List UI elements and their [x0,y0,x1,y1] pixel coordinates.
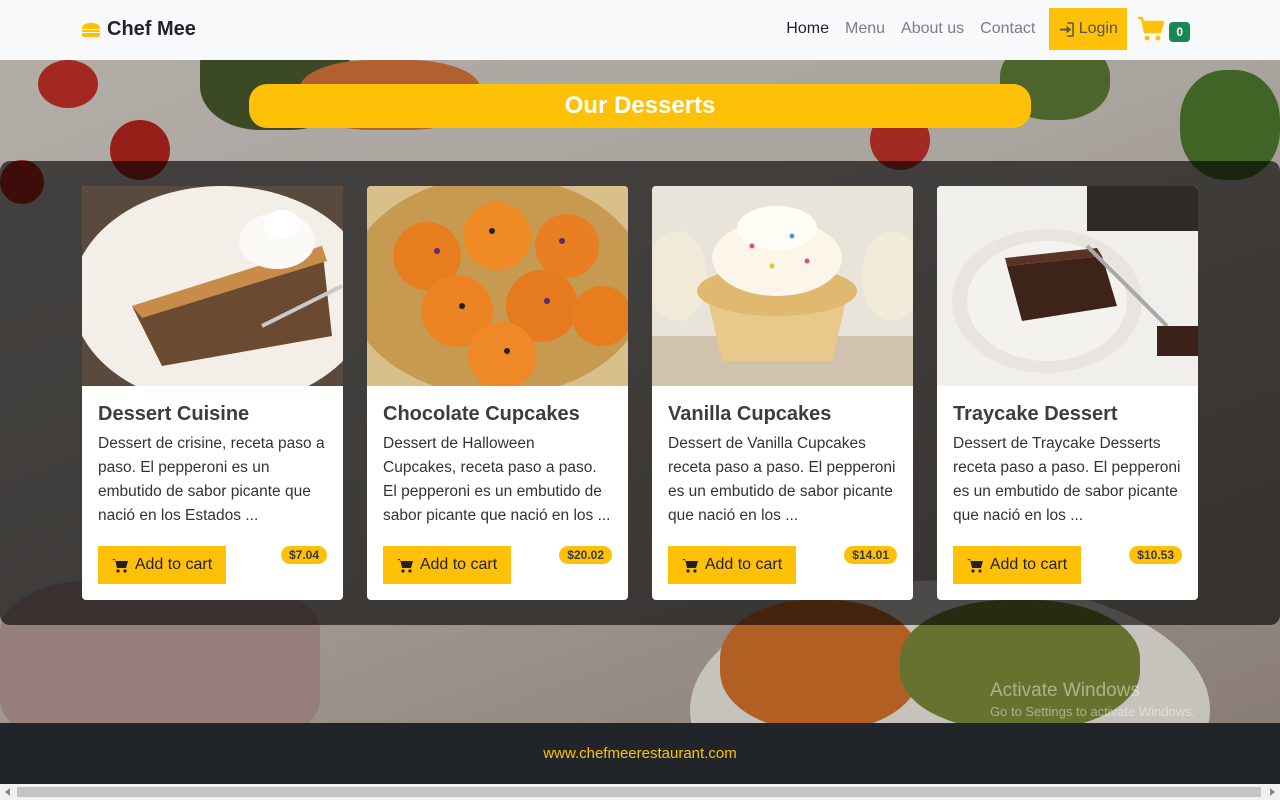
cart-icon [966,558,983,573]
price-badge: $10.53 [1129,546,1182,564]
navbar: Chef Mee Home Menu About us Contact Logi… [0,0,1280,60]
add-to-cart-label: Add to cart [989,556,1068,573]
nav-link-about[interactable]: About us [893,20,972,38]
sign-in-icon [1059,21,1074,37]
product-card: Vanilla Cupcakes Dessert de Vanilla Cupc… [652,186,913,600]
brand[interactable]: Chef Mee [81,18,196,41]
horizontal-scrollbar[interactable] [0,784,1280,800]
nav-link-home[interactable]: Home [778,20,837,38]
product-card: Traycake Dessert Dessert de Traycake Des… [937,186,1198,600]
nav-link-contact[interactable]: Contact [972,20,1043,38]
product-title: Chocolate Cupcakes [383,403,580,425]
product-image-chocolate-cupcakes [367,186,628,386]
product-card: Chocolate Cupcakes Dessert de Halloween … [367,186,628,600]
burger-icon [82,22,100,37]
price-badge: $14.01 [844,546,897,564]
cart-count-badge: 0 [1169,22,1190,42]
add-to-cart-button[interactable]: Add to cart [668,546,796,584]
add-to-cart-label: Add to cart [704,556,783,573]
product-title: Dessert Cuisine [98,403,250,425]
product-description: Dessert de Halloween Cupcakes, receta pa… [383,435,611,524]
product-description: Dessert de Vanilla Cupcakes receta paso … [668,435,896,524]
cart-icon [111,558,128,573]
product-description: Dessert de crisine, receta paso a paso. … [98,435,325,524]
add-to-cart-button[interactable]: Add to cart [953,546,1081,584]
section-title: Our Desserts [249,84,1031,128]
cart-icon [396,558,413,573]
login-button[interactable]: Login [1049,8,1128,50]
nav-links: Home Menu About us Contact Login 0 [778,8,1190,50]
add-to-cart-button[interactable]: Add to cart [383,546,511,584]
footer: www.chefmeerestaurant.com [0,723,1280,784]
scroll-left-arrow-icon[interactable] [5,788,10,796]
cart-button[interactable]: 0 [1137,16,1190,42]
footer-website-link[interactable]: www.chefmeerestaurant.com [543,745,736,762]
product-title: Traycake Dessert [953,403,1118,425]
login-label: Login [1078,20,1118,37]
price-badge: $7.04 [280,546,327,564]
add-to-cart-button[interactable]: Add to cart [98,546,226,584]
product-image-traycake [937,186,1198,386]
hero-section: Our Desserts Dessert Cuisine Dessert de … [0,60,1280,723]
nav-link-menu[interactable]: Menu [837,20,893,38]
brand-name: Chef Mee [107,18,196,40]
cart-icon [1138,16,1165,41]
scrollbar-thumb[interactable] [17,787,1261,797]
product-title: Vanilla Cupcakes [668,403,832,425]
add-to-cart-label: Add to cart [419,556,498,573]
add-to-cart-label: Add to cart [134,556,213,573]
product-image-vanilla-cupcakes [652,186,913,386]
cart-icon [681,558,698,573]
price-badge: $20.02 [559,546,612,564]
product-image-pie [82,186,343,386]
product-card: Dessert Cuisine Dessert de crisine, rece… [82,186,343,600]
scroll-right-arrow-icon[interactable] [1270,788,1275,796]
watermark-title: Activate Windows [990,680,1140,701]
watermark-subtitle: Go to Settings to activate Windows. [990,704,1196,719]
windows-activation-watermark: Activate Windows Go to Settings to activ… [990,680,1195,719]
product-description: Dessert de Traycake Desserts receta paso… [953,435,1181,524]
